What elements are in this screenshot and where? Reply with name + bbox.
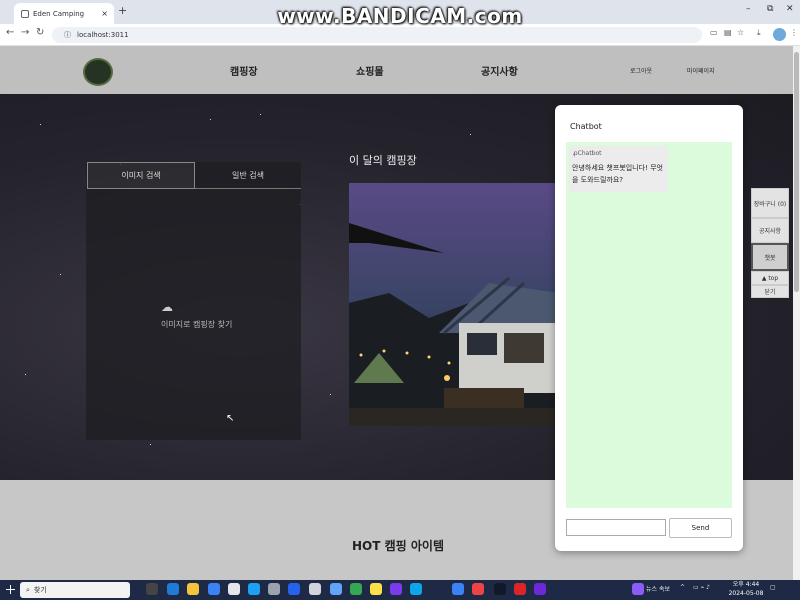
bookmark-star-icon[interactable]: ☆ bbox=[737, 28, 744, 37]
chat-messages bbox=[566, 142, 732, 508]
chat-message-text: 안녕하세요 챗프봇입니다! 무엇을 도와드릴까요? bbox=[572, 164, 663, 184]
image-search-panel bbox=[86, 162, 301, 440]
download-icon[interactable]: ⤓ bbox=[757, 28, 761, 38]
app-icon-7[interactable] bbox=[390, 583, 402, 595]
menu-icon[interactable]: ⋮ bbox=[790, 28, 798, 37]
quick-top[interactable]: ▲ top bbox=[751, 271, 789, 285]
image-search-prompt[interactable]: 이미지로 캠핑장 찾기 bbox=[161, 319, 232, 330]
chat-sender: ꝓChatbot bbox=[573, 150, 602, 157]
windows-start-icon[interactable] bbox=[6, 585, 15, 594]
cast-icon[interactable]: ▭ bbox=[710, 28, 718, 37]
app-icon-3[interactable] bbox=[268, 583, 280, 595]
taskbar-search[interactable]: ⌕ 찾기 bbox=[20, 582, 130, 598]
edge-icon[interactable] bbox=[167, 583, 179, 595]
quick-cart[interactable]: 장바구니 (0) bbox=[751, 188, 789, 218]
chrome-icon[interactable] bbox=[350, 583, 362, 595]
profile-avatar[interactable] bbox=[773, 28, 786, 41]
campsite-photo[interactable] bbox=[349, 183, 559, 426]
app-icon-9[interactable] bbox=[472, 583, 484, 595]
nav-campsite[interactable]: 캠핑장 bbox=[230, 63, 258, 78]
quick-notice[interactable]: 공지사항 bbox=[751, 218, 789, 243]
chat-input[interactable] bbox=[566, 519, 666, 536]
reload-icon[interactable]: ↻ bbox=[36, 27, 44, 38]
cloud-upload-icon[interactable]: ☁ bbox=[161, 300, 173, 314]
taskbar-clock[interactable]: 오후 4:44 2024-05-08 bbox=[728, 580, 764, 598]
hot-items-title: HOT 캠핑 아이템 bbox=[352, 539, 444, 553]
mypage-link[interactable]: 마이페이지 bbox=[687, 66, 715, 75]
url-text: localhost:3011 bbox=[77, 31, 129, 39]
send-button[interactable]: Send bbox=[669, 518, 732, 538]
info-icon: ⓘ bbox=[64, 31, 71, 39]
notification-icon[interactable]: ▢ bbox=[770, 584, 776, 591]
site-header bbox=[0, 46, 800, 94]
tab-general-search[interactable]: 일반 검색 bbox=[195, 162, 301, 189]
news-ticker[interactable]: 뉴스 속보 bbox=[646, 584, 670, 593]
site-logo[interactable] bbox=[83, 58, 113, 86]
app-icon-2[interactable] bbox=[248, 583, 260, 595]
nav-shop[interactable]: 쇼핑몰 bbox=[356, 63, 384, 78]
app-icon-8[interactable] bbox=[452, 583, 464, 595]
tab-image-search[interactable]: 이미지 검색 bbox=[87, 162, 195, 189]
back-icon[interactable]: ← bbox=[6, 27, 14, 38]
vscode-icon[interactable] bbox=[410, 583, 422, 595]
chatbot-title: Chatbot bbox=[570, 122, 602, 131]
app-icon-11[interactable] bbox=[534, 583, 546, 595]
bandicam-icon[interactable] bbox=[514, 583, 526, 595]
translate-icon[interactable]: ▤ bbox=[724, 28, 732, 37]
mouse-cursor-icon: ↖ bbox=[226, 413, 235, 424]
nav-notice[interactable]: 공지사항 bbox=[481, 63, 518, 78]
task-view-icon[interactable] bbox=[146, 583, 158, 595]
store-icon[interactable] bbox=[208, 583, 220, 595]
forward-icon[interactable]: → bbox=[21, 27, 29, 38]
app-icon-1[interactable] bbox=[228, 583, 240, 595]
tray-chevron-icon[interactable]: ^ bbox=[680, 584, 685, 591]
logout-link[interactable]: 로그아웃 bbox=[630, 66, 652, 75]
app-icon-6[interactable] bbox=[330, 583, 342, 595]
quick-chatbot[interactable]: 챗봇 bbox=[751, 243, 789, 271]
app-icon-10[interactable] bbox=[494, 583, 506, 595]
monthly-campsite-title: 이 달의 캠핑장 bbox=[349, 154, 417, 167]
news-icon[interactable] bbox=[632, 583, 644, 595]
recording-watermark: www.BANDICAM.com bbox=[277, 4, 523, 28]
app-icon-4[interactable] bbox=[288, 583, 300, 595]
scrollbar-thumb[interactable] bbox=[794, 52, 799, 292]
quick-close[interactable]: 닫기 bbox=[751, 285, 789, 298]
tray-icons[interactable]: ▭ ⌁ ♪ bbox=[693, 584, 710, 591]
kakaotalk-icon[interactable] bbox=[370, 583, 382, 595]
file-explorer-icon[interactable] bbox=[187, 583, 199, 595]
app-icon-5[interactable] bbox=[309, 583, 321, 595]
address-bar[interactable]: ⓘ localhost:3011 bbox=[52, 27, 702, 43]
search-icon: ⌕ bbox=[26, 585, 30, 594]
